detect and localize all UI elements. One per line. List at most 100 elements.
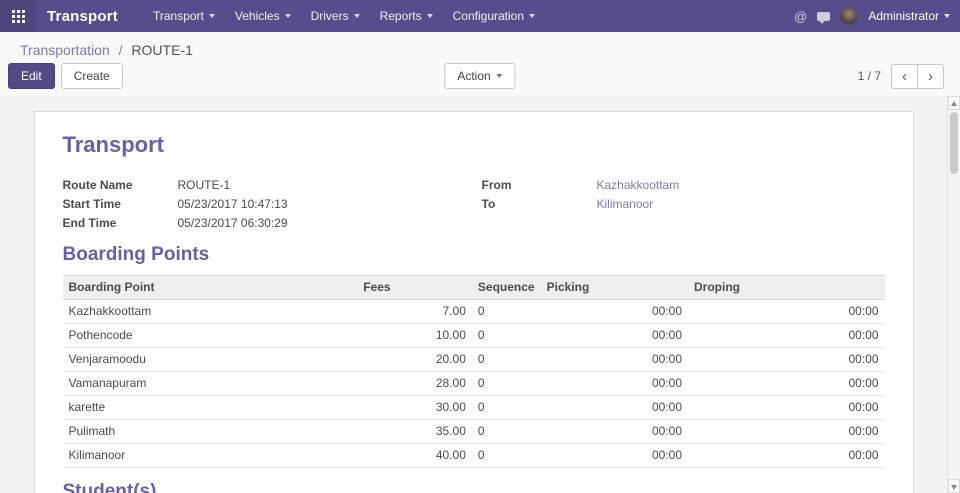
navbar-right: @ Administrator (794, 7, 950, 25)
cell-boarding-point[interactable]: Pothencode (63, 324, 358, 348)
col-header-boarding-point[interactable]: Boarding Point (63, 276, 358, 300)
field-value-route-name: ROUTE-1 (178, 176, 231, 195)
cell-picking[interactable]: 00:00 (541, 444, 688, 468)
chevron-down-icon (944, 14, 950, 18)
menu-drivers[interactable]: Drivers (302, 9, 369, 23)
cell-picking[interactable]: 00:00 (541, 348, 688, 372)
cell-sequence[interactable]: 0 (472, 348, 541, 372)
create-button[interactable]: Create (61, 63, 123, 89)
user-avatar[interactable] (840, 7, 858, 25)
field-label-route-name: Route Name (63, 176, 178, 195)
table-row[interactable]: Kilimanoor 40.00 0 00:00 00:00 (63, 444, 885, 468)
cell-fees[interactable]: 35.00 (357, 420, 472, 444)
cell-fees[interactable]: 30.00 (357, 396, 472, 420)
cell-picking[interactable]: 00:00 (541, 324, 688, 348)
scrollbar-thumb[interactable] (950, 112, 958, 174)
cell-fees[interactable]: 20.00 (357, 348, 472, 372)
chevron-down-icon (497, 74, 503, 78)
field-label-end-time: End Time (63, 214, 178, 233)
pager-next-button[interactable]: › (917, 64, 944, 89)
cell-sequence[interactable]: 0 (472, 444, 541, 468)
menu-reports[interactable]: Reports (371, 9, 442, 23)
field-route-name: Route Name ROUTE-1 (63, 176, 468, 195)
action-dropdown-button[interactable]: Action (444, 63, 515, 89)
chevron-down-icon (209, 14, 215, 18)
cell-droping[interactable]: 00:00 (688, 396, 884, 420)
cell-droping[interactable]: 00:00 (688, 372, 884, 396)
menu-transport[interactable]: Transport (144, 9, 224, 23)
table-row[interactable]: Vamanapuram 28.00 0 00:00 00:00 (63, 372, 885, 396)
cell-droping[interactable]: 00:00 (688, 348, 884, 372)
cell-picking[interactable]: 00:00 (541, 420, 688, 444)
cell-sequence[interactable]: 0 (472, 324, 541, 348)
col-header-fees[interactable]: Fees (357, 276, 472, 300)
cell-sequence[interactable]: 0 (472, 300, 541, 324)
cell-picking[interactable]: 00:00 (541, 372, 688, 396)
col-header-picking[interactable]: Picking (541, 276, 688, 300)
table-row[interactable]: Pulimath 35.00 0 00:00 00:00 (63, 420, 885, 444)
cell-boarding-point[interactable]: Venjaramoodu (63, 348, 358, 372)
table-row[interactable]: karette 30.00 0 00:00 00:00 (63, 396, 885, 420)
action-label: Action (457, 69, 490, 83)
menu-label: Drivers (311, 9, 349, 23)
messaging-icon[interactable]: @ (794, 10, 807, 23)
vertical-scrollbar[interactable] (947, 96, 960, 493)
field-value-from-link[interactable]: Kazhakkoottam (597, 176, 680, 195)
top-navbar: Transport Transport Vehicles Drivers Rep… (0, 0, 960, 32)
cell-picking[interactable]: 00:00 (541, 300, 688, 324)
chat-bubble-icon (817, 12, 830, 21)
breadcrumb-separator: / (119, 42, 123, 58)
table-header-row: Boarding Point Fees Sequence Picking Dro… (63, 276, 885, 300)
cell-sequence[interactable]: 0 (472, 372, 541, 396)
left-buttons: Edit Create (8, 63, 123, 89)
table-row[interactable]: Venjaramoodu 20.00 0 00:00 00:00 (63, 348, 885, 372)
cell-sequence[interactable]: 0 (472, 396, 541, 420)
chevron-down-icon (427, 14, 433, 18)
menu-label: Transport (153, 9, 204, 23)
apps-grid-icon (11, 9, 25, 23)
chevron-down-icon (285, 14, 291, 18)
boarding-points-table: Boarding Point Fees Sequence Picking Dro… (63, 275, 885, 468)
menu-vehicles[interactable]: Vehicles (226, 9, 300, 23)
cell-picking[interactable]: 00:00 (541, 396, 688, 420)
menu-label: Reports (380, 9, 422, 23)
col-header-sequence[interactable]: Sequence (472, 276, 541, 300)
cell-sequence[interactable]: 0 (472, 420, 541, 444)
menu-label: Configuration (453, 9, 524, 23)
form-column-right: From Kazhakkoottam To Kilimanoor (482, 176, 885, 233)
cell-fees[interactable]: 28.00 (357, 372, 472, 396)
pager: 1 / 7 ‹ › (858, 64, 944, 89)
cell-fees[interactable]: 40.00 (357, 444, 472, 468)
cell-fees[interactable]: 7.00 (357, 300, 472, 324)
cell-boarding-point[interactable]: Kazhakkoottam (63, 300, 358, 324)
boarding-points-title: Boarding Points (63, 243, 885, 266)
cell-fees[interactable]: 10.00 (357, 324, 472, 348)
breadcrumb-current: ROUTE-1 (131, 42, 192, 58)
cell-droping[interactable]: 00:00 (688, 444, 884, 468)
field-end-time: End Time 05/23/2017 06:30:29 (63, 214, 468, 233)
field-label-from: From (482, 176, 597, 195)
cell-boarding-point[interactable]: Vamanapuram (63, 372, 358, 396)
edit-button[interactable]: Edit (8, 63, 55, 89)
table-row[interactable]: Kazhakkoottam 7.00 0 00:00 00:00 (63, 300, 885, 324)
cell-boarding-point[interactable]: karette (63, 396, 358, 420)
cell-droping[interactable]: 00:00 (688, 324, 884, 348)
col-header-droping[interactable]: Droping (688, 276, 884, 300)
table-row[interactable]: Pothencode 10.00 0 00:00 00:00 (63, 324, 885, 348)
user-menu[interactable]: Administrator (868, 9, 950, 23)
cell-droping[interactable]: 00:00 (688, 300, 884, 324)
chat-icon[interactable] (817, 10, 830, 23)
scroll-down-arrow-icon[interactable] (948, 479, 960, 493)
apps-menu-button[interactable] (0, 0, 36, 32)
pager-previous-button[interactable]: ‹ (891, 64, 918, 89)
cell-boarding-point[interactable]: Kilimanoor (63, 444, 358, 468)
main-menu: Transport Vehicles Drivers Reports Confi… (144, 9, 794, 23)
menu-configuration[interactable]: Configuration (444, 9, 544, 23)
cell-boarding-point[interactable]: Pulimath (63, 420, 358, 444)
scroll-up-arrow-icon[interactable] (948, 96, 960, 110)
center-buttons: Action (444, 63, 515, 89)
cell-droping[interactable]: 00:00 (688, 420, 884, 444)
field-value-to-link[interactable]: Kilimanoor (597, 195, 654, 214)
breadcrumb-parent-link[interactable]: Transportation (20, 42, 110, 58)
user-name-label: Administrator (868, 9, 939, 23)
